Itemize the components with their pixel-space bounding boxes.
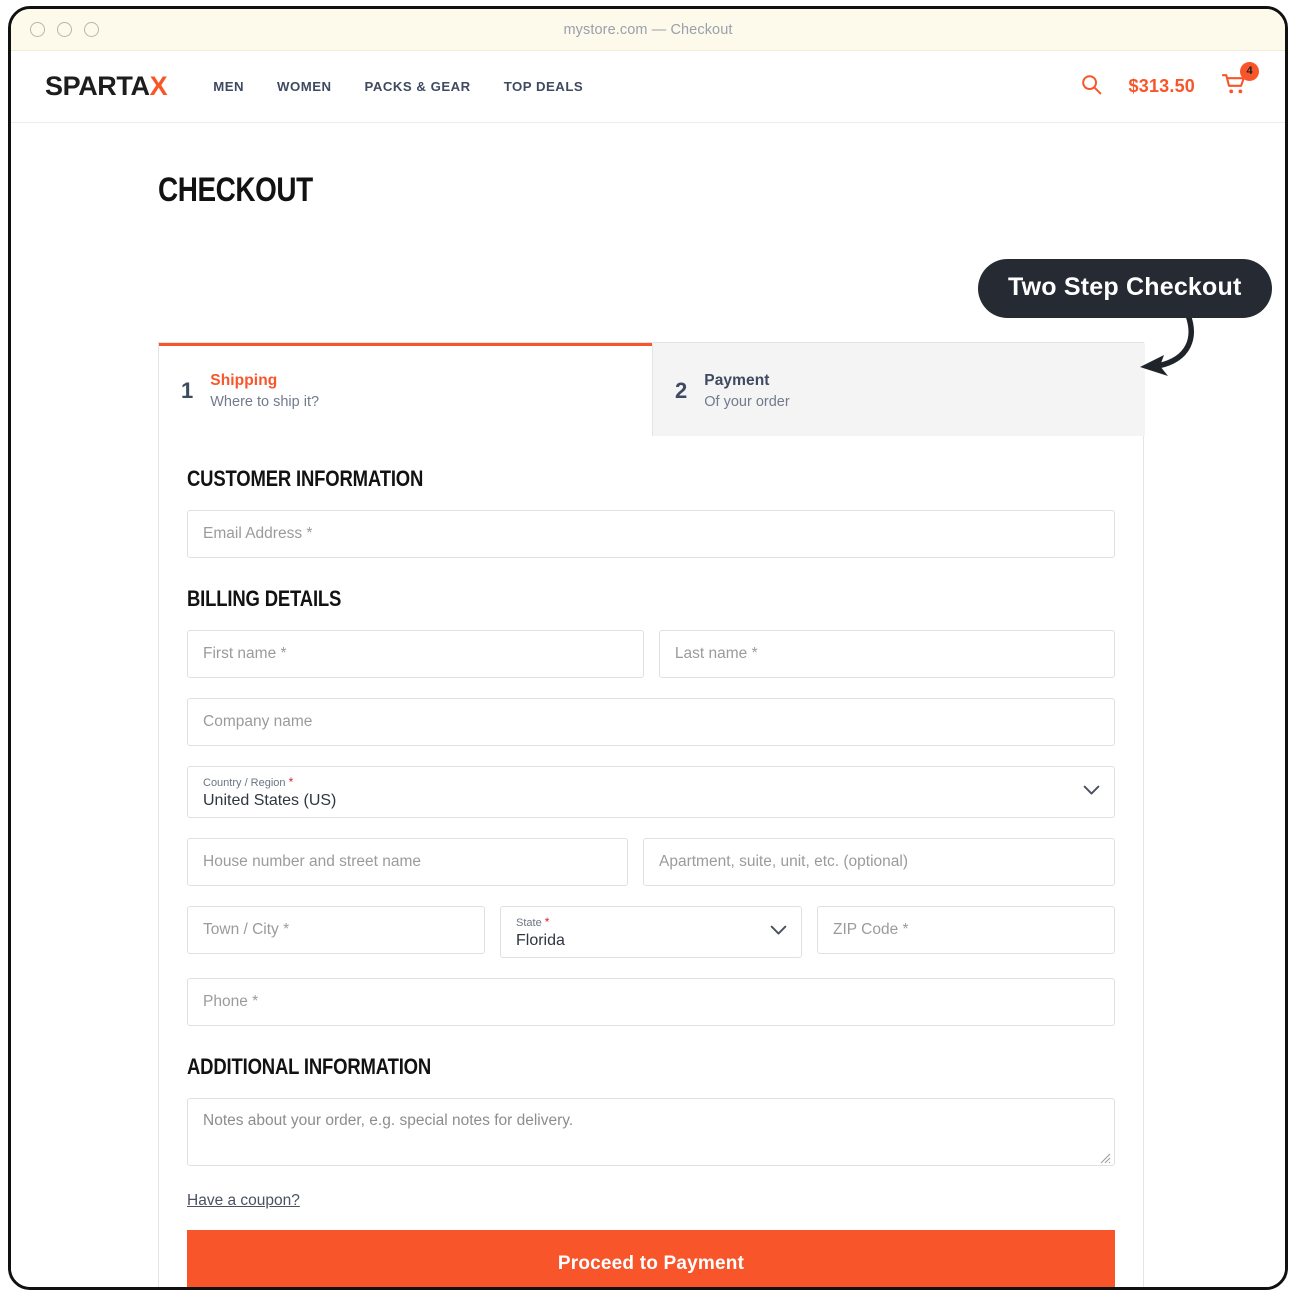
minimize-window-button[interactable] xyxy=(57,22,72,37)
site-header: SPARTAX MEN WOMEN PACKS & GEAR TOP DEALS… xyxy=(11,51,1285,123)
checkout-card: 1 Shipping Where to ship it? 2 Payment O… xyxy=(158,342,1145,1287)
browser-window: mystore.com — Checkout SPARTAX MEN WOMEN… xyxy=(8,6,1288,1290)
city-field[interactable]: Town / City * xyxy=(187,906,485,954)
callout-bubble: Two Step Checkout xyxy=(978,259,1272,318)
order-notes-textarea[interactable]: Notes about your order, e.g. special not… xyxy=(187,1098,1115,1166)
section-heading-customer-information: CUSTOMER INFORMATION xyxy=(187,466,424,491)
required-marker: * xyxy=(544,915,550,930)
field-row-phone: Phone * xyxy=(187,978,1115,1026)
order-notes-placeholder: Notes about your order, e.g. special not… xyxy=(203,1112,574,1129)
cart-button[interactable]: 4 xyxy=(1221,62,1259,100)
callout-arrow-icon xyxy=(1140,312,1194,376)
chevron-down-icon[interactable] xyxy=(1083,783,1100,801)
apartment-field[interactable]: Apartment, suite, unit, etc. (optional) xyxy=(643,838,1115,886)
nav-item-women[interactable]: WOMEN xyxy=(277,79,332,94)
company-name-placeholder: Company name xyxy=(203,713,313,730)
cart-item-count-badge: 4 xyxy=(1240,62,1259,81)
state-label: State * xyxy=(516,915,549,931)
zip-code-field[interactable]: ZIP Code * xyxy=(817,906,1115,954)
zip-code-placeholder: ZIP Code * xyxy=(833,921,909,938)
nav-item-packs-and-gear[interactable]: PACKS & GEAR xyxy=(365,79,471,94)
browser-titlebar: mystore.com — Checkout xyxy=(11,9,1285,51)
window-controls xyxy=(30,22,99,37)
field-row-email: Email Address * xyxy=(187,510,1115,558)
search-icon[interactable] xyxy=(1081,74,1102,100)
checkout-steps: 1 Shipping Where to ship it? 2 Payment O… xyxy=(159,343,1145,436)
resize-handle[interactable] xyxy=(1100,1151,1111,1164)
email-field[interactable]: Email Address * xyxy=(187,510,1115,558)
main-navigation: MEN WOMEN PACKS & GEAR TOP DEALS xyxy=(213,79,583,94)
header-actions: $313.50 4 xyxy=(1081,62,1259,100)
maximize-window-button[interactable] xyxy=(84,22,99,37)
field-row-company: Company name xyxy=(187,698,1115,746)
country-region-select[interactable]: Country / Region * United States (US) xyxy=(187,766,1115,818)
site-logo[interactable]: SPARTAX xyxy=(45,71,168,102)
phone-field[interactable]: Phone * xyxy=(187,978,1115,1026)
first-name-placeholder: First name * xyxy=(203,645,287,662)
logo-text-main: SPARTA xyxy=(45,71,150,101)
step-number: 1 xyxy=(181,378,194,403)
nav-item-men[interactable]: MEN xyxy=(213,79,244,94)
nav-item-top-deals[interactable]: TOP DEALS xyxy=(504,79,584,94)
country-region-label-text: Country / Region xyxy=(203,777,286,790)
chevron-down-icon[interactable] xyxy=(770,923,787,941)
state-select[interactable]: State * Florida xyxy=(500,906,802,958)
street-address-placeholder: House number and street name xyxy=(203,853,421,870)
required-marker: * xyxy=(288,775,294,790)
field-row-country: Country / Region * United States (US) xyxy=(187,766,1115,818)
last-name-placeholder: Last name * xyxy=(674,645,758,662)
cart-total-amount: $313.50 xyxy=(1128,76,1195,96)
step-subtitle: Of your order xyxy=(704,394,790,410)
state-label-text: State xyxy=(516,917,542,930)
section-heading-billing-details: BILLING DETAILS xyxy=(187,586,342,611)
last-name-field[interactable]: Last name * xyxy=(658,630,1115,678)
state-value: Florida xyxy=(516,931,565,949)
country-region-label: Country / Region * xyxy=(203,775,293,791)
country-region-value: United States (US) xyxy=(203,791,337,809)
apartment-placeholder: Apartment, suite, unit, etc. (optional) xyxy=(659,853,908,870)
page-title: CHECKOUT xyxy=(158,171,313,209)
street-address-field[interactable]: House number and street name xyxy=(187,838,628,886)
step-title: Shipping xyxy=(210,372,278,389)
first-name-field[interactable]: First name * xyxy=(187,630,644,678)
section-heading-additional-information: ADDITIONAL INFORMATION xyxy=(187,1054,432,1079)
email-field-placeholder: Email Address * xyxy=(203,525,313,542)
field-row-city-state-zip: Town / City * State * Florida ZIP Code * xyxy=(187,906,1115,958)
field-row-address: House number and street name Apartment, … xyxy=(187,838,1115,886)
city-placeholder: Town / City * xyxy=(203,921,290,938)
step-subtitle: Where to ship it? xyxy=(210,394,320,410)
logo-text-accent: X xyxy=(149,71,168,101)
step-number: 2 xyxy=(675,378,688,403)
proceed-to-payment-button[interactable]: Proceed to Payment xyxy=(187,1230,1115,1287)
coupon-toggle-link[interactable]: Have a coupon? xyxy=(187,1192,300,1210)
step-tab-shipping[interactable]: 1 Shipping Where to ship it? xyxy=(159,343,652,436)
company-name-field[interactable]: Company name xyxy=(187,698,1115,746)
step-title: Payment xyxy=(704,372,770,389)
close-window-button[interactable] xyxy=(30,22,45,37)
phone-placeholder: Phone * xyxy=(203,993,259,1010)
window-title: mystore.com — Checkout xyxy=(563,21,733,38)
field-row-name: First name * Last name * xyxy=(187,630,1115,678)
checkout-form: CUSTOMER INFORMATION Email Address * BIL… xyxy=(159,436,1143,1287)
page-content: CHECKOUT Two Step Checkout 1 Shipping Wh… xyxy=(11,123,1285,1287)
step-tab-payment[interactable]: 2 Payment Of your order xyxy=(652,343,1145,436)
